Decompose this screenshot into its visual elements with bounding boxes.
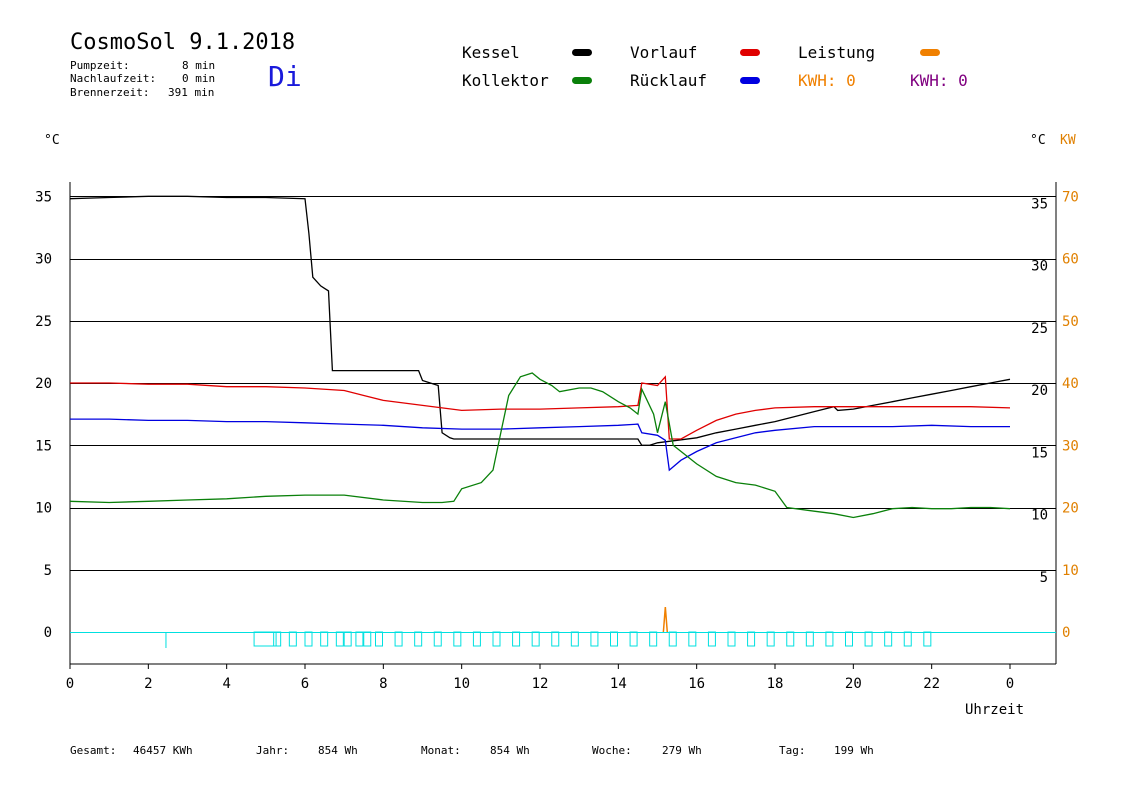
x-tick-8: 16 [688, 676, 705, 692]
temperature-chart: 3530252015105035302520151057060504030201… [35, 182, 1079, 692]
y-tick-kw-50: 50 [1062, 314, 1079, 330]
pump-marker [570, 631, 579, 647]
pump-marker [355, 631, 364, 647]
pump-marker [363, 631, 372, 647]
y-tick-kw-10: 10 [1062, 563, 1079, 579]
footer-jahr-value: 854 Wh [318, 744, 358, 757]
x-tick-11: 22 [923, 676, 940, 692]
pump-marker [903, 631, 912, 647]
pump-marker [472, 631, 481, 647]
y-tick-left-5: 5 [44, 563, 52, 579]
x-tick-1: 2 [144, 676, 152, 692]
footer-tag-value: 199 Wh [834, 744, 874, 757]
pump-marker [923, 631, 932, 647]
y-tick-kw-30: 30 [1062, 438, 1079, 454]
pump-marker [727, 631, 736, 647]
x-tick-5: 10 [453, 676, 470, 692]
footer-jahr-label: Jahr: [256, 744, 290, 757]
y-tick-right-5: 5 [1040, 570, 1048, 586]
x-tick-6: 12 [532, 676, 549, 692]
y-tick-left-0: 0 [44, 625, 52, 641]
pump-marker [453, 631, 462, 647]
pump-marker [375, 631, 383, 647]
pump-marker [414, 631, 423, 647]
x-tick-4: 8 [379, 676, 387, 692]
footer-woche-label: Woche: [592, 744, 632, 757]
y-tick-right-25: 25 [1031, 321, 1048, 337]
pump-marker [610, 631, 618, 647]
pump-marker [707, 631, 716, 647]
pump-marker [786, 631, 795, 647]
y-tick-left-35: 35 [35, 189, 52, 205]
pump-marker [512, 631, 521, 647]
y-tick-kw-60: 60 [1062, 252, 1079, 268]
pump-marker [335, 631, 344, 647]
x-tick-2: 4 [222, 676, 230, 692]
y-tick-right-35: 35 [1031, 196, 1048, 212]
pump-marker [825, 631, 834, 647]
pump-marker [590, 631, 599, 647]
x-tick-0: 0 [66, 676, 74, 692]
pump-marker [629, 631, 638, 647]
y-tick-kw-40: 40 [1062, 376, 1079, 392]
y-tick-right-30: 30 [1031, 259, 1048, 275]
series-vorlauf [70, 375, 1011, 440]
y-tick-left-25: 25 [35, 314, 52, 330]
x-tick-10: 20 [845, 676, 862, 692]
pump-marker [864, 631, 873, 647]
pump-marker [531, 631, 540, 647]
x-tick-3: 6 [301, 676, 309, 692]
pump-marker [747, 631, 756, 647]
pump-marker [343, 631, 352, 647]
footer-tag-label: Tag: [779, 744, 806, 757]
y-tick-kw-70: 70 [1062, 189, 1079, 205]
x-tick-9: 18 [767, 676, 784, 692]
y-tick-left-10: 10 [35, 501, 52, 517]
pump-marker [433, 631, 442, 647]
series-kessel [69, 195, 1011, 446]
pump-marker [304, 631, 313, 647]
y-tick-right-15: 15 [1031, 445, 1048, 461]
footer-woche-value: 279 Wh [662, 744, 702, 757]
y-tick-right-20: 20 [1031, 383, 1048, 399]
pump-marker [492, 631, 501, 647]
pump-marker [688, 631, 697, 647]
pump-marker [273, 631, 282, 647]
y-tick-left-15: 15 [35, 438, 52, 454]
pump-marker [320, 631, 329, 647]
y-tick-kw-20: 20 [1062, 501, 1079, 517]
footer-gesamt-value: 46457 KWh [133, 744, 193, 757]
leistung-peak [662, 607, 669, 633]
y-tick-right-10: 10 [1031, 508, 1048, 524]
footer-gesamt-label: Gesamt: [70, 744, 117, 757]
series-ruecklauf [70, 418, 1010, 472]
pump-marker [668, 631, 677, 647]
pump-marker [649, 631, 658, 647]
pump-marker [394, 631, 403, 647]
x-tick-7: 14 [610, 676, 627, 692]
pump-marker [288, 631, 297, 647]
pump-marker [884, 631, 893, 647]
y-tick-left-30: 30 [35, 252, 52, 268]
pump-marker [845, 631, 853, 647]
pump-marker [551, 631, 560, 647]
footer-monat-value: 854 Wh [490, 744, 530, 757]
y-tick-kw-0: 0 [1062, 625, 1070, 641]
y-tick-left-20: 20 [35, 376, 52, 392]
pump-marker [253, 631, 277, 647]
pump-marker [805, 631, 814, 647]
x-tick-12: 0 [1006, 676, 1014, 692]
pump-marker [766, 631, 775, 647]
footer-monat-label: Monat: [421, 744, 461, 757]
